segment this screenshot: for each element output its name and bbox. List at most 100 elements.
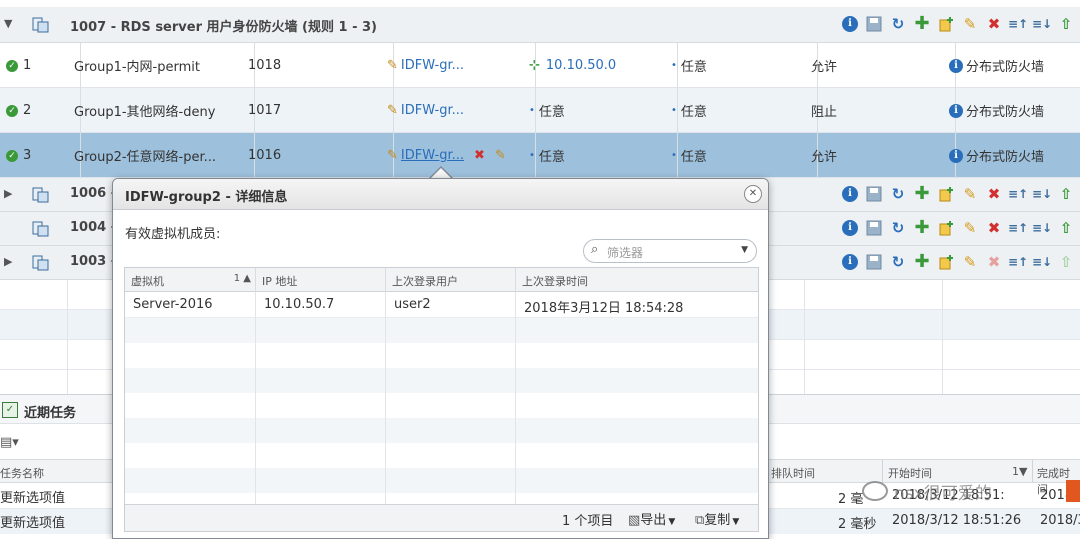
rule-row-1[interactable]: ✓ 1 Group1-内网-permit 1018 ✎ IDFW-gr... ⊹ 10… <box>0 43 1080 88</box>
ip-set-icon: ✎ <box>387 58 398 73</box>
source-link[interactable]: IDFW-gr... <box>401 103 464 118</box>
col-ip[interactable]: IP 地址 <box>256 268 386 292</box>
save-icon[interactable] <box>865 219 883 237</box>
rule-name[interactable]: Group1-其他网络-deny <box>68 88 255 133</box>
search-icon: ⌕ <box>591 242 599 257</box>
publish-icon[interactable]: ⇧ <box>1057 15 1075 33</box>
action-value[interactable]: 允许 <box>805 133 956 178</box>
recent-tasks-title: 近期任务 <box>24 406 77 421</box>
rule-row-3[interactable]: ✓ 3 Group2-任意网络-per... 1016 ✎ IDFW-gr... ✖ ✎… <box>0 133 1080 178</box>
edit-pencil-icon[interactable]: ✎ <box>961 15 979 33</box>
source-link[interactable]: IDFW-gr... <box>401 148 464 163</box>
info-icon[interactable]: i <box>841 253 859 271</box>
col-vm[interactable]: 虚拟机 1 ▲ <box>125 268 256 292</box>
enabled-check-icon[interactable]: ✓ <box>6 59 18 72</box>
sort-indicator[interactable]: 1▼ <box>1012 465 1027 478</box>
info-icon: i <box>949 58 963 73</box>
refresh-icon[interactable]: ↻ <box>889 219 907 237</box>
info-icon[interactable]: i <box>841 219 859 237</box>
vm-user: user2 <box>394 297 431 312</box>
refresh-icon[interactable]: ↻ <box>889 185 907 203</box>
add-rule-icon[interactable]: ✚ <box>913 219 931 237</box>
delete-icon[interactable]: ✖ <box>985 185 1003 203</box>
enabled-check-icon[interactable]: ✓ <box>6 104 18 117</box>
publish-icon[interactable]: ⇧ <box>1057 185 1075 203</box>
collapse-arrow-icon[interactable]: ▼ <box>4 17 12 30</box>
remove-icon[interactable]: ✖ <box>474 148 485 163</box>
close-icon[interactable]: ✕ <box>744 185 762 203</box>
info-icon[interactable]: i <box>841 185 859 203</box>
vm-row[interactable]: Server-2016 10.10.50.7 user2 2018年3月12日 … <box>125 292 758 318</box>
edit-pencil-icon[interactable]: ✎ <box>495 148 506 163</box>
col-last-time[interactable]: 上次登录时间 <box>516 268 758 292</box>
service-value: 任意 <box>680 150 707 165</box>
chevron-down-icon[interactable]: ▼ <box>741 245 748 255</box>
action-value[interactable]: 允许 <box>805 43 956 88</box>
delete-icon[interactable]: ✖ <box>985 15 1003 33</box>
rule-id: 1016 <box>242 133 394 178</box>
destination-value[interactable]: 任意 <box>539 146 565 165</box>
move-down-icon[interactable]: ≡↓ <box>1032 219 1052 237</box>
col-last-user[interactable]: 上次登录用户 <box>386 268 516 292</box>
move-down-icon[interactable]: ≡↓ <box>1032 253 1052 271</box>
task-end: 2018/3 <box>1040 513 1080 528</box>
watermark-text: nsx很可爱的 <box>894 483 992 504</box>
action-value[interactable]: 阻止 <box>805 88 956 133</box>
section-header-1007[interactable]: ▼ 1007 - RDS server 用户身份防火墙 (规则 1 - 3) i… <box>0 7 1080 43</box>
move-down-icon[interactable]: ≡↓ <box>1032 185 1052 203</box>
add-rule-icon[interactable]: ✚ <box>913 253 931 271</box>
ip-set-icon: ✎ <box>387 103 398 118</box>
export-icon: ▧ <box>628 513 641 528</box>
source-link[interactable]: IDFW-gr... <box>401 58 464 73</box>
info-icon: i <box>949 148 963 163</box>
move-up-icon[interactable]: ≡↑ <box>1008 185 1028 203</box>
rule-row-2[interactable]: ✓ 2 Group1-其他网络-deny 1017 ✎ IDFW-gr... • 任意… <box>0 88 1080 133</box>
save-icon[interactable] <box>865 185 883 203</box>
col-task-name[interactable]: 任务名称 <box>0 465 44 481</box>
delete-icon[interactable]: ✖ <box>985 253 1003 271</box>
delete-icon[interactable]: ✖ <box>985 219 1003 237</box>
task-name: 更新选项值 <box>0 516 66 531</box>
add-section-icon[interactable] <box>937 185 955 203</box>
task-filter-dropdown-icon[interactable]: ▤▾ <box>0 435 19 450</box>
enabled-check-icon[interactable]: ✓ <box>6 149 18 162</box>
add-section-icon[interactable] <box>937 15 955 33</box>
edit-pencil-icon[interactable]: ✎ <box>961 185 979 203</box>
add-section-icon[interactable] <box>937 219 955 237</box>
add-rule-icon[interactable]: ✚ <box>913 185 931 203</box>
brand-icon <box>1066 480 1080 502</box>
expand-arrow-icon[interactable]: ▶ <box>4 255 12 268</box>
item-count: 1 个项目 <box>562 514 614 529</box>
save-icon[interactable] <box>865 15 883 33</box>
refresh-icon[interactable]: ↻ <box>889 15 907 33</box>
info-icon[interactable]: i <box>841 15 859 33</box>
expand-arrow-icon[interactable]: ▶ <box>4 187 12 200</box>
copy-button[interactable]: ⧉复制 ▼ <box>695 509 739 528</box>
destination-value[interactable]: 任意 <box>539 101 565 120</box>
publish-icon[interactable]: ⇧ <box>1057 219 1075 237</box>
move-up-icon[interactable]: ≡↑ <box>1008 219 1028 237</box>
add-rule-icon[interactable]: ✚ <box>913 15 931 33</box>
export-button[interactable]: ▧导出 ▼ <box>628 509 675 528</box>
info-icon: i <box>949 103 963 118</box>
publish-icon[interactable]: ⇧ <box>1057 253 1075 271</box>
filter-input[interactable]: ⌕ 筛选器 ▼ <box>583 239 757 263</box>
destination-value[interactable]: 10.10.50.0 <box>546 58 616 73</box>
service-value: 任意 <box>680 60 707 75</box>
move-up-icon[interactable]: ≡↑ <box>1008 15 1028 33</box>
edit-pencil-icon[interactable]: ✎ <box>961 253 979 271</box>
move-up-icon[interactable]: ≡↑ <box>1008 253 1028 271</box>
add-section-icon[interactable] <box>937 253 955 271</box>
col-queued[interactable]: 排队时间 <box>771 465 815 481</box>
rule-name[interactable]: Group1-内网-permit <box>68 43 255 88</box>
rule-name[interactable]: Group2-任意网络-per... <box>68 133 255 178</box>
edit-pencil-icon[interactable]: ✎ <box>961 219 979 237</box>
rule-number: 3 <box>23 148 32 163</box>
refresh-icon[interactable]: ↻ <box>889 253 907 271</box>
section-toolbar: i ↻ ✚ ✎ ✖ ≡↑ ≡↓ ⇧ <box>841 185 1075 205</box>
save-icon[interactable] <box>865 253 883 271</box>
move-down-icon[interactable]: ≡↓ <box>1032 15 1052 33</box>
firewall-section-icon <box>32 221 49 237</box>
rule-number: 2 <box>23 103 32 118</box>
vm-ip: 10.10.50.7 <box>264 297 335 312</box>
